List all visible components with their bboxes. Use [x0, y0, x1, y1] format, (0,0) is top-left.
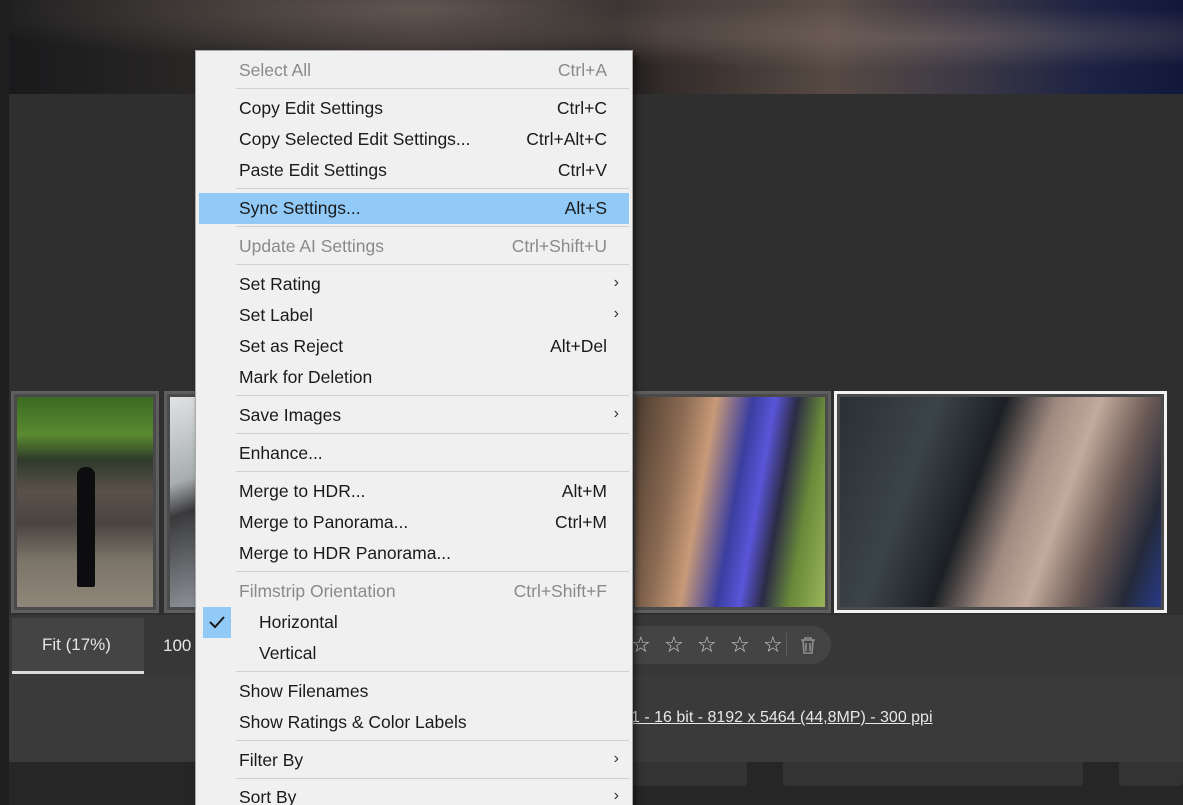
menu-item-merge-to-hdr[interactable]: Merge to HDR... Alt+M — [199, 476, 629, 507]
menu-item-shortcut: Alt+S — [564, 198, 607, 218]
menu-item-save-images[interactable]: Save Images › — [199, 400, 629, 431]
menu-separator — [236, 471, 629, 472]
menu-item-label: Set Rating — [239, 274, 321, 294]
checkmark-icon — [203, 607, 231, 638]
rating-star-2[interactable]: ☆ — [664, 632, 684, 658]
menu-item-shortcut: Alt+Del — [550, 336, 607, 356]
menu-item-show-ratings-color-labels[interactable]: Show Ratings & Color Labels — [199, 707, 629, 738]
rating-control: ☆ ☆ ☆ ☆ ☆ — [609, 626, 831, 664]
chevron-right-icon: › — [613, 405, 619, 422]
menu-item-update-ai-settings[interactable]: Update AI Settings Ctrl+Shift+U — [199, 231, 629, 262]
menu-separator — [236, 88, 629, 89]
menu-item-select-all[interactable]: Select All Ctrl+A — [199, 55, 629, 86]
menu-item-sync-settings[interactable]: Sync Settings... Alt+S — [199, 193, 629, 224]
menu-item-shortcut: Alt+M — [561, 481, 607, 501]
menu-item-copy-selected-edit-settings[interactable]: Copy Selected Edit Settings... Ctrl+Alt+… — [199, 124, 629, 155]
menu-item-label: Set Label — [239, 305, 313, 325]
menu-item-label: Show Filenames — [239, 681, 369, 701]
menu-separator — [236, 188, 629, 189]
menu-separator — [236, 226, 629, 227]
menu-item-filmstrip-orientation[interactable]: Filmstrip Orientation Ctrl+Shift+F — [199, 576, 629, 607]
menu-item-label: Set as Reject — [239, 336, 344, 356]
menu-item-set-as-reject[interactable]: Set as Reject Alt+Del — [199, 331, 629, 362]
thumbnail-image — [635, 397, 825, 607]
menu-item-label: Copy Edit Settings — [239, 98, 383, 118]
bottom-panel-box — [1119, 762, 1183, 786]
zoom-fit-tab[interactable]: Fit (17%) — [12, 618, 144, 674]
menu-item-label: Paste Edit Settings — [239, 160, 387, 180]
menu-item-label: Horizontal — [259, 612, 338, 632]
menu-item-label: Filmstrip Orientation — [239, 581, 396, 601]
rating-star-4[interactable]: ☆ — [730, 632, 750, 658]
menu-item-label: Mark for Deletion — [239, 367, 373, 387]
chevron-right-icon: › — [613, 750, 619, 767]
menu-separator — [236, 433, 629, 434]
menu-separator — [236, 395, 629, 396]
menu-item-shortcut: Ctrl+Shift+F — [513, 581, 607, 601]
menu-item-filter-by[interactable]: Filter By › — [199, 745, 629, 776]
menu-item-label: Sync Settings... — [239, 198, 361, 218]
rating-star-3[interactable]: ☆ — [697, 632, 717, 658]
chevron-right-icon: › — [613, 274, 619, 291]
menu-item-shortcut: Ctrl+Shift+U — [511, 236, 607, 256]
menu-item-shortcut: Ctrl+V — [557, 160, 607, 180]
menu-item-shortcut: Ctrl+Alt+C — [526, 129, 607, 149]
chevron-right-icon: › — [613, 787, 619, 804]
menu-separator — [236, 264, 629, 265]
menu-item-label: Merge to HDR Panorama... — [239, 543, 452, 563]
menu-item-label: Update AI Settings — [239, 236, 384, 256]
menu-item-set-label[interactable]: Set Label › — [199, 300, 629, 331]
menu-item-label: Enhance... — [239, 443, 323, 463]
image-info-link[interactable]: 1 - 16 bit - 8192 x 5464 (44,8MP) - 300 … — [631, 709, 933, 727]
rating-divider — [786, 633, 787, 657]
menu-separator — [236, 740, 629, 741]
menu-item-label: Show Ratings & Color Labels — [239, 712, 467, 732]
menu-item-label: Sort By — [239, 787, 297, 805]
thumbnail-image — [840, 397, 1161, 607]
left-panel-edge — [0, 0, 9, 805]
menu-item-enhance[interactable]: Enhance... — [199, 438, 629, 469]
rating-star-1[interactable]: ☆ — [631, 632, 651, 658]
rating-star-5[interactable]: ☆ — [763, 632, 783, 658]
menu-item-label: Merge to Panorama... — [239, 512, 409, 532]
menu-item-merge-to-hdr-panorama[interactable]: Merge to HDR Panorama... — [199, 538, 629, 569]
thumbnail-image — [170, 397, 198, 607]
filmstrip-thumbnail[interactable] — [11, 391, 159, 613]
menu-item-shortcut: Ctrl+A — [557, 60, 607, 80]
zoom-fit-label: Fit (17%) — [42, 634, 111, 654]
trash-icon[interactable] — [799, 635, 819, 655]
menu-separator — [236, 571, 629, 572]
app-window: { "menu": { "items": [ {"label": "Select… — [0, 0, 1183, 805]
menu-item-label: Select All — [239, 60, 311, 80]
menu-item-show-filenames[interactable]: Show Filenames — [199, 676, 629, 707]
menu-item-shortcut: Ctrl+M — [554, 512, 607, 532]
menu-separator — [236, 671, 629, 672]
menu-item-label: Filter By — [239, 750, 304, 770]
menu-separator — [236, 778, 629, 779]
menu-item-sort-by[interactable]: Sort By › — [199, 782, 629, 805]
thumbnail-image — [17, 397, 153, 607]
menu-item-mark-for-deletion[interactable]: Mark for Deletion — [199, 362, 629, 393]
menu-item-set-rating[interactable]: Set Rating › — [199, 269, 629, 300]
menu-item-shortcut: Ctrl+C — [556, 98, 607, 118]
zoom-100-label: 100 — [163, 636, 192, 655]
filmstrip-thumbnail-selected[interactable] — [834, 391, 1167, 613]
menu-item-label: Merge to HDR... — [239, 481, 366, 501]
menu-item-copy-edit-settings[interactable]: Copy Edit Settings Ctrl+C — [199, 93, 629, 124]
menu-item-paste-edit-settings[interactable]: Paste Edit Settings Ctrl+V — [199, 155, 629, 186]
bottom-panel-box — [783, 762, 1083, 786]
menu-item-merge-to-panorama[interactable]: Merge to Panorama... Ctrl+M — [199, 507, 629, 538]
menu-item-label: Save Images — [239, 405, 342, 425]
filmstrip-thumbnail[interactable] — [629, 391, 831, 613]
chevron-right-icon: › — [613, 305, 619, 322]
menu-item-label: Copy Selected Edit Settings... — [239, 129, 471, 149]
menu-item-vertical[interactable]: Vertical — [199, 638, 629, 669]
menu-item-horizontal[interactable]: Horizontal — [199, 607, 629, 638]
context-menu: Select All Ctrl+A Copy Edit Settings Ctr… — [195, 50, 633, 805]
menu-item-label: Vertical — [259, 643, 317, 663]
